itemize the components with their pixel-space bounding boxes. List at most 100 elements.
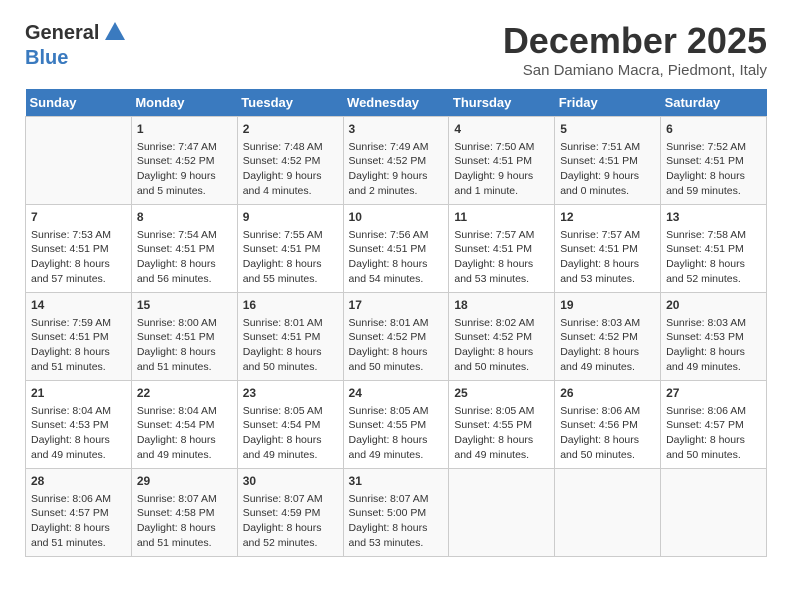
day-number: 18 — [454, 297, 549, 314]
day-info: Sunrise: 7:54 AM Sunset: 4:51 PM Dayligh… — [137, 228, 232, 287]
calendar-cell: 26Sunrise: 8:06 AM Sunset: 4:56 PM Dayli… — [555, 381, 661, 469]
header-day-thursday: Thursday — [449, 89, 555, 117]
calendar-cell — [449, 469, 555, 557]
day-info: Sunrise: 7:57 AM Sunset: 4:51 PM Dayligh… — [454, 228, 549, 287]
day-info: Sunrise: 7:55 AM Sunset: 4:51 PM Dayligh… — [243, 228, 338, 287]
day-number: 16 — [243, 297, 338, 314]
day-info: Sunrise: 8:06 AM Sunset: 4:57 PM Dayligh… — [31, 492, 126, 551]
day-number: 21 — [31, 385, 126, 402]
calendar-cell — [555, 469, 661, 557]
day-info: Sunrise: 8:01 AM Sunset: 4:51 PM Dayligh… — [243, 316, 338, 375]
day-number: 4 — [454, 121, 549, 138]
calendar-cell: 19 Sunrise: 8:03 AM Sunset: 4:52 PM Dayli… — [555, 293, 661, 381]
day-info: Sunrise: 8:00 AM Sunset: 4:51 PM Dayligh… — [137, 316, 232, 375]
day-info: Sunrise: 8:03 AM Sunset: 4:52 PM Dayligh… — [560, 316, 655, 375]
calendar-cell: 18Sunrise: 8:02 AM Sunset: 4:52 PM Dayli… — [449, 293, 555, 381]
day-number: 3 — [349, 121, 444, 138]
calendar-cell: 10 Sunrise: 7:56 AM Sunset: 4:51 PM Dayli… — [343, 205, 449, 293]
day-number: 24 — [349, 385, 444, 402]
day-info: Sunrise: 8:06 AM Sunset: 4:56 PM Dayligh… — [560, 404, 655, 463]
day-info: Sunrise: 7:47 AM Sunset: 4:52 PM Dayligh… — [137, 140, 232, 199]
day-number: 6 — [666, 121, 761, 138]
calendar-cell: 2Sunrise: 7:48 AM Sunset: 4:52 PM Daylig… — [237, 117, 343, 205]
title-block: December 2025 San Damiano Macra, Piedmon… — [503, 20, 767, 79]
day-info: Sunrise: 8:01 AM Sunset: 4:52 PM Dayligh… — [349, 316, 444, 375]
calendar-table: SundayMondayTuesdayWednesdayThursdayFrid… — [25, 89, 767, 557]
calendar-cell: 12 Sunrise: 7:57 AM Sunset: 4:51 PM Dayli… — [555, 205, 661, 293]
header-day-friday: Friday — [555, 89, 661, 117]
day-info: Sunrise: 8:07 AM Sunset: 4:58 PM Dayligh… — [137, 492, 232, 551]
calendar-cell — [661, 469, 767, 557]
day-info: Sunrise: 7:59 AM Sunset: 4:51 PM Dayligh… — [31, 316, 126, 375]
day-info: Sunrise: 8:05 AM Sunset: 4:54 PM Dayligh… — [243, 404, 338, 463]
logo-blue-text: Blue — [25, 47, 68, 69]
calendar-cell: 15 Sunrise: 8:00 AM Sunset: 4:51 PM Dayli… — [131, 293, 237, 381]
calendar-cell: 28 Sunrise: 8:06 AM Sunset: 4:57 PM Dayli… — [26, 469, 132, 557]
calendar-cell: 14 Sunrise: 7:59 AM Sunset: 4:51 PM Dayli… — [26, 293, 132, 381]
day-info: Sunrise: 8:04 AM Sunset: 4:54 PM Dayligh… — [137, 404, 232, 463]
calendar-cell: 5 Sunrise: 7:51 AM Sunset: 4:51 PM Daylig… — [555, 117, 661, 205]
page-header: General Blue December 2025 San Damiano M… — [25, 20, 767, 79]
calendar-cell: 16 Sunrise: 8:01 AM Sunset: 4:51 PM Dayli… — [237, 293, 343, 381]
calendar-cell: 13 Sunrise: 7:58 AM Sunset: 4:51 PM Dayli… — [661, 205, 767, 293]
day-info: Sunrise: 8:07 AM Sunset: 5:00 PM Dayligh… — [349, 492, 444, 551]
day-number: 29 — [137, 473, 232, 490]
calendar-cell: 23 Sunrise: 8:05 AM Sunset: 4:54 PM Dayli… — [237, 381, 343, 469]
day-number: 28 — [31, 473, 126, 490]
calendar-cell: 20Sunrise: 8:03 AM Sunset: 4:53 PM Dayli… — [661, 293, 767, 381]
day-number: 12 — [560, 209, 655, 226]
calendar-cell: 31 Sunrise: 8:07 AM Sunset: 5:00 PM Dayli… — [343, 469, 449, 557]
day-info: Sunrise: 7:53 AM Sunset: 4:51 PM Dayligh… — [31, 228, 126, 287]
header-day-tuesday: Tuesday — [237, 89, 343, 117]
day-info: Sunrise: 7:58 AM Sunset: 4:51 PM Dayligh… — [666, 228, 761, 287]
calendar-cell: 11Sunrise: 7:57 AM Sunset: 4:51 PM Dayli… — [449, 205, 555, 293]
calendar-header: SundayMondayTuesdayWednesdayThursdayFrid… — [26, 89, 767, 117]
day-number: 19 — [560, 297, 655, 314]
calendar-cell: 7 Sunrise: 7:53 AM Sunset: 4:51 PM Daylig… — [26, 205, 132, 293]
day-number: 7 — [31, 209, 126, 226]
day-number: 9 — [243, 209, 338, 226]
day-info: Sunrise: 7:51 AM Sunset: 4:51 PM Dayligh… — [560, 140, 655, 199]
calendar-week-4: 21 Sunrise: 8:04 AM Sunset: 4:53 PM Dayli… — [26, 381, 767, 469]
month-title: December 2025 — [503, 20, 767, 62]
day-info: Sunrise: 7:48 AM Sunset: 4:52 PM Dayligh… — [243, 140, 338, 199]
header-day-sunday: Sunday — [26, 89, 132, 117]
day-number: 15 — [137, 297, 232, 314]
day-number: 13 — [666, 209, 761, 226]
day-info: Sunrise: 7:57 AM Sunset: 4:51 PM Dayligh… — [560, 228, 655, 287]
day-number: 1 — [137, 121, 232, 138]
calendar-cell: 8Sunrise: 7:54 AM Sunset: 4:51 PM Daylig… — [131, 205, 237, 293]
day-number: 5 — [560, 121, 655, 138]
header-day-monday: Monday — [131, 89, 237, 117]
day-info: Sunrise: 8:04 AM Sunset: 4:53 PM Dayligh… — [31, 404, 126, 463]
calendar-cell: 22Sunrise: 8:04 AM Sunset: 4:54 PM Dayli… — [131, 381, 237, 469]
calendar-cell: 25Sunrise: 8:05 AM Sunset: 4:55 PM Dayli… — [449, 381, 555, 469]
calendar-cell: 3Sunrise: 7:49 AM Sunset: 4:52 PM Daylig… — [343, 117, 449, 205]
calendar-cell: 17Sunrise: 8:01 AM Sunset: 4:52 PM Dayli… — [343, 293, 449, 381]
logo-general-text: General — [25, 22, 99, 45]
logo: General Blue — [25, 20, 126, 70]
calendar-cell — [26, 117, 132, 205]
calendar-cell: 30Sunrise: 8:07 AM Sunset: 4:59 PM Dayli… — [237, 469, 343, 557]
day-info: Sunrise: 8:03 AM Sunset: 4:53 PM Dayligh… — [666, 316, 761, 375]
day-info: Sunrise: 7:50 AM Sunset: 4:51 PM Dayligh… — [454, 140, 549, 199]
day-number: 25 — [454, 385, 549, 402]
calendar-week-1: 1 Sunrise: 7:47 AM Sunset: 4:52 PM Daylig… — [26, 117, 767, 205]
day-number: 23 — [243, 385, 338, 402]
calendar-week-3: 14 Sunrise: 7:59 AM Sunset: 4:51 PM Dayli… — [26, 293, 767, 381]
day-number: 10 — [349, 209, 444, 226]
day-info: Sunrise: 7:56 AM Sunset: 4:51 PM Dayligh… — [349, 228, 444, 287]
day-number: 31 — [349, 473, 444, 490]
calendar-body: 1 Sunrise: 7:47 AM Sunset: 4:52 PM Daylig… — [26, 117, 767, 557]
calendar-cell: 21 Sunrise: 8:04 AM Sunset: 4:53 PM Dayli… — [26, 381, 132, 469]
location-text: San Damiano Macra, Piedmont, Italy — [503, 62, 767, 79]
header-day-wednesday: Wednesday — [343, 89, 449, 117]
calendar-cell: 29 Sunrise: 8:07 AM Sunset: 4:58 PM Dayli… — [131, 469, 237, 557]
calendar-cell: 6Sunrise: 7:52 AM Sunset: 4:51 PM Daylig… — [661, 117, 767, 205]
day-number: 30 — [243, 473, 338, 490]
calendar-week-2: 7 Sunrise: 7:53 AM Sunset: 4:51 PM Daylig… — [26, 205, 767, 293]
calendar-cell: 1 Sunrise: 7:47 AM Sunset: 4:52 PM Daylig… — [131, 117, 237, 205]
day-info: Sunrise: 8:05 AM Sunset: 4:55 PM Dayligh… — [349, 404, 444, 463]
calendar-cell: 27Sunrise: 8:06 AM Sunset: 4:57 PM Dayli… — [661, 381, 767, 469]
day-number: 14 — [31, 297, 126, 314]
